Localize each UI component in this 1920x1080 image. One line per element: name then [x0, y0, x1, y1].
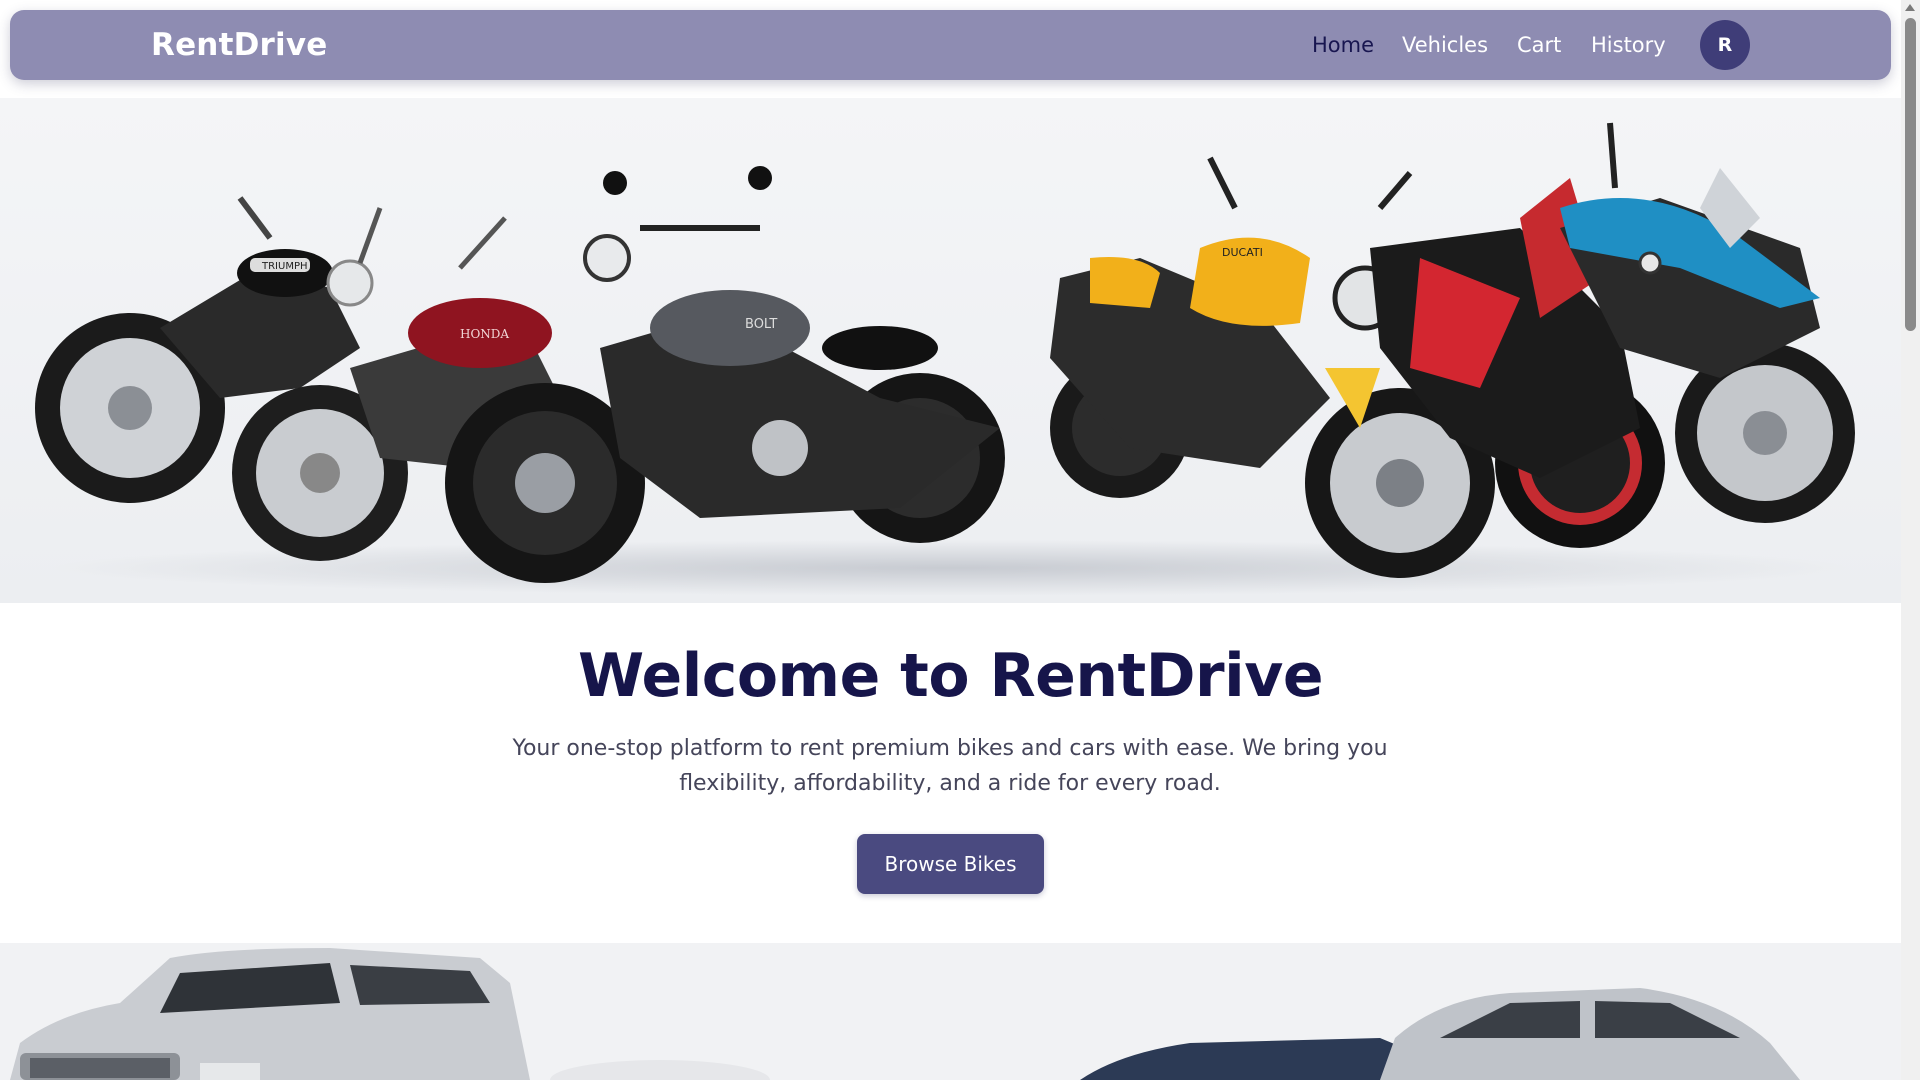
bike-label-honda: HONDA — [460, 327, 509, 341]
cars-lineup-image — [10, 948, 1800, 1080]
car-suv-silver — [10, 948, 530, 1080]
welcome-title: Welcome to RentDrive — [577, 641, 1324, 711]
hero-banner: TRIUMPH HONDA BOLT DUCATI — [0, 98, 1901, 603]
car-sedan-silver — [1080, 988, 1800, 1080]
motorcycles-lineup-image: TRIUMPH HONDA BOLT DUCATI — [35, 122, 1855, 596]
nav-link-vehicles[interactable]: Vehicles — [1402, 10, 1488, 80]
nav-link-home[interactable]: Home — [1312, 10, 1374, 80]
bike-label-bolt: BOLT — [745, 317, 777, 332]
nav-link-cart[interactable]: Cart — [1517, 10, 1561, 80]
user-avatar[interactable]: R — [1700, 20, 1750, 70]
bike-label-ducati: DUCATI — [1222, 246, 1263, 259]
bike-label-triumph: TRIUMPH — [261, 261, 308, 272]
cars-banner — [0, 943, 1901, 1080]
welcome-subtitle: Your one-stop platform to rent premium b… — [512, 736, 1388, 796]
welcome-section: Welcome to RentDrive Your one-stop platf… — [0, 603, 1901, 943]
page: RentDrive Home Vehicles Cart History R T… — [0, 0, 1901, 1080]
top-navbar: RentDrive Home Vehicles Cart History R — [10, 10, 1891, 80]
scroll-up-arrow-icon[interactable] — [1905, 4, 1915, 11]
scrollbar-thumb[interactable] — [1905, 18, 1916, 331]
brand-logo[interactable]: RentDrive — [151, 10, 327, 80]
vertical-scrollbar[interactable] — [1901, 0, 1920, 1080]
browse-bikes-button[interactable]: Browse Bikes — [857, 834, 1044, 894]
nav-link-history[interactable]: History — [1591, 10, 1666, 80]
